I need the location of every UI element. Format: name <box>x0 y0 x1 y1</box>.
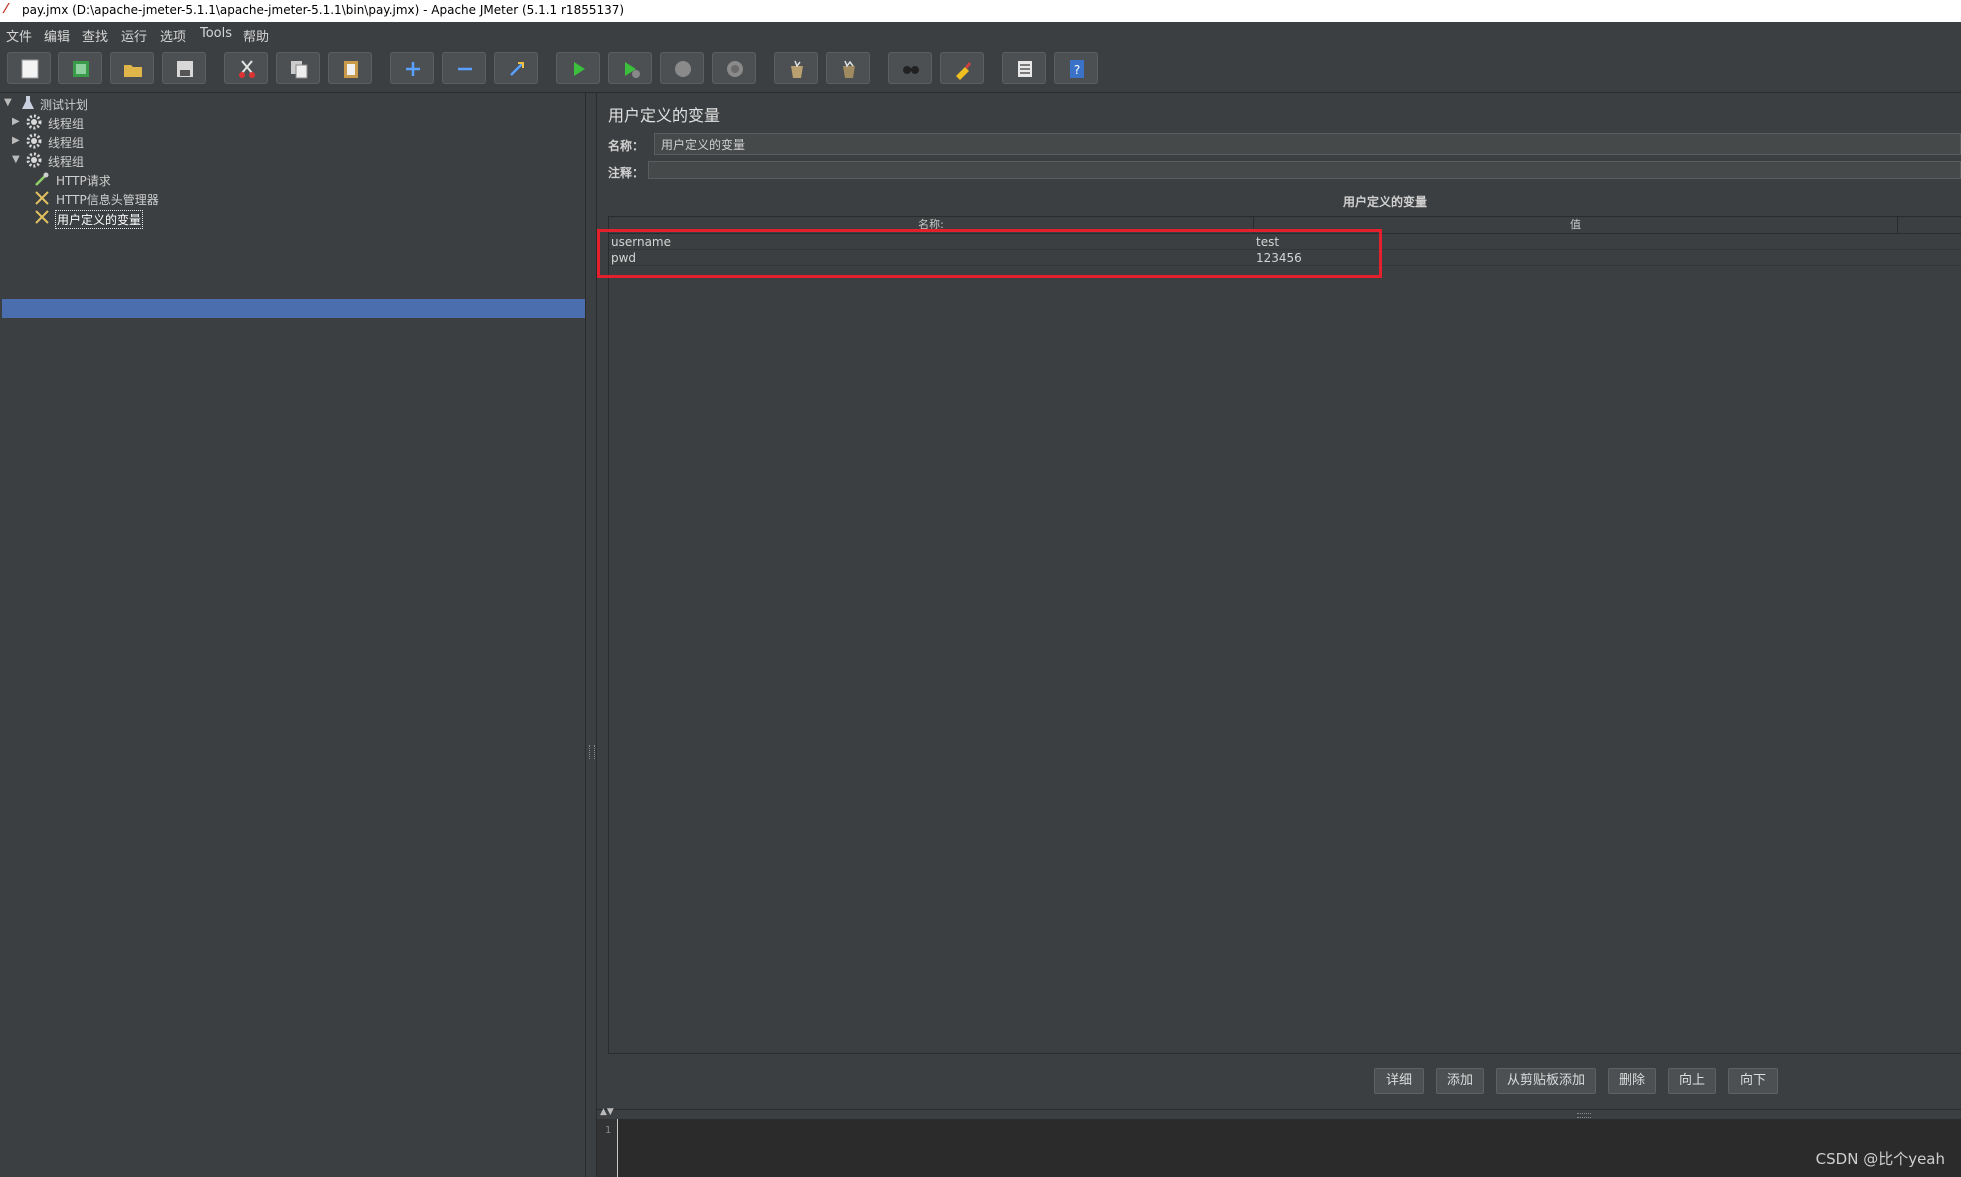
log-panel[interactable]: 1 <box>597 1119 1961 1177</box>
templates-icon <box>73 61 89 77</box>
menu-bar: 文件 编辑 查找 运行 选项 Tools 帮助 <box>0 22 1961 46</box>
copy-icon <box>291 61 308 79</box>
line-number: 1 <box>605 1125 612 1136</box>
collapsed-arrow-icon[interactable]: ▶ <box>12 135 20 146</box>
function-helper-button[interactable] <box>1002 52 1046 84</box>
comment-field[interactable] <box>648 161 1961 179</box>
gear-icon <box>26 114 42 130</box>
watermark: CSDN @比个yeah <box>1815 1150 1945 1168</box>
reset-search-icon <box>956 62 971 80</box>
flask-icon <box>22 96 34 109</box>
menu-options[interactable]: 选项 <box>160 26 186 45</box>
tree-item-label: HTTP信息头管理器 <box>56 193 159 207</box>
collapse-icon <box>458 67 472 71</box>
start-button[interactable] <box>556 52 600 84</box>
tree-item-label: 线程组 <box>48 117 85 131</box>
menu-help[interactable]: 帮助 <box>243 26 269 45</box>
collapse-button[interactable] <box>442 52 486 84</box>
templates-button[interactable] <box>58 52 102 84</box>
save-icon <box>177 61 193 77</box>
move-up-button[interactable]: 向上 <box>1668 1068 1716 1094</box>
name-label: 名称： <box>608 139 645 153</box>
window-title-bar: ⁄ pay.jmx (D:\apache-jmeter-5.1.1\apache… <box>0 0 1961 22</box>
jmeter-feather-icon: ⁄ <box>5 2 8 17</box>
name-field[interactable] <box>654 133 1961 155</box>
toolbar: ? <box>0 46 1961 93</box>
clear-all-icon <box>843 60 855 78</box>
clear-all-button[interactable] <box>826 52 870 84</box>
new-icon <box>21 59 39 79</box>
move-down-button[interactable]: 向下 <box>1728 1068 1778 1094</box>
splitter-grip-icon[interactable] <box>589 745 595 759</box>
detail-button[interactable]: 详细 <box>1374 1068 1424 1094</box>
comment-label: 注释： <box>608 166 645 180</box>
wrench-icon <box>35 210 49 224</box>
vertical-splitter[interactable] <box>585 93 597 1177</box>
page-title: 用户定义的变量 <box>608 106 721 125</box>
save-button[interactable] <box>162 52 206 84</box>
add-from-clipboard-button[interactable]: 从剪贴板添加 <box>1496 1068 1596 1094</box>
start-no-pauses-button[interactable] <box>608 52 652 84</box>
stop-button[interactable] <box>660 52 704 84</box>
paste-button[interactable] <box>328 52 372 84</box>
expand-icon <box>406 62 420 76</box>
delete-button[interactable]: 删除 <box>1608 1068 1656 1094</box>
menu-run[interactable]: 运行 <box>121 26 147 45</box>
menu-search[interactable]: 查找 <box>82 26 108 45</box>
clear-button[interactable] <box>774 52 818 84</box>
function-helper-icon <box>1018 61 1032 77</box>
tree-item-label: 线程组 <box>48 136 85 150</box>
splitter-grip-icon[interactable] <box>1577 1113 1591 1118</box>
annotation-highlight-box <box>597 229 1382 278</box>
log-gutter: 1 <box>597 1119 618 1177</box>
new-button[interactable] <box>7 52 51 84</box>
test-plan-tree: ▼ 测试计划 ▶ 线程组 ▶ 线程组 ▼ 线程组 HTTP请求 HTTP信息头管… <box>0 93 585 1177</box>
tree-item-label: 用户定义的变量 <box>55 210 144 229</box>
wrench-icon <box>35 191 49 205</box>
gear-icon <box>26 133 42 149</box>
shutdown-icon <box>727 61 743 77</box>
shutdown-button[interactable] <box>712 52 756 84</box>
splitter-arrows-icon[interactable]: ▲▼ <box>600 1107 614 1117</box>
gear-icon <box>26 152 42 168</box>
cut-button[interactable] <box>224 52 268 84</box>
column-header-extra <box>1898 217 1961 234</box>
tree-item-label: HTTP请求 <box>56 174 111 188</box>
section-title: 用户定义的变量 <box>1342 195 1427 209</box>
collapsed-arrow-icon[interactable]: ▶ <box>12 116 20 127</box>
stop-icon <box>675 61 691 77</box>
window-title: pay.jmx (D:\apache-jmeter-5.1.1\apache-j… <box>22 3 625 17</box>
open-icon <box>124 65 142 77</box>
svg-text:?: ? <box>1074 63 1080 77</box>
help-icon: ? <box>1070 60 1084 78</box>
reset-search-button[interactable] <box>940 52 984 84</box>
expanded-arrow-icon[interactable]: ▼ <box>12 154 20 165</box>
start-icon <box>574 62 585 76</box>
expand-button[interactable] <box>390 52 434 84</box>
start-no-pauses-icon <box>625 62 640 78</box>
add-button[interactable]: 添加 <box>1436 1068 1484 1094</box>
clear-icon <box>791 60 803 78</box>
open-button[interactable] <box>110 52 154 84</box>
menu-tools[interactable]: Tools <box>200 26 232 41</box>
pipette-icon <box>35 172 49 186</box>
cut-icon <box>239 60 255 78</box>
menu-edit[interactable]: 编辑 <box>44 26 70 45</box>
tree-item-label: 线程组 <box>48 155 85 169</box>
search-button[interactable] <box>888 52 932 84</box>
tree-item-label: 测试计划 <box>40 98 89 112</box>
tree-selection-highlight <box>2 299 585 318</box>
menu-file[interactable]: 文件 <box>6 26 32 45</box>
variables-table[interactable]: 名称: 值 username test pwd 123456 <box>608 216 1961 1054</box>
copy-button[interactable] <box>276 52 320 84</box>
expanded-arrow-icon[interactable]: ▼ <box>4 97 12 108</box>
paste-icon <box>344 61 358 78</box>
help-button[interactable]: ? <box>1054 52 1098 84</box>
toggle-icon <box>510 62 524 76</box>
search-icon <box>903 66 919 74</box>
toggle-button[interactable] <box>494 52 538 84</box>
